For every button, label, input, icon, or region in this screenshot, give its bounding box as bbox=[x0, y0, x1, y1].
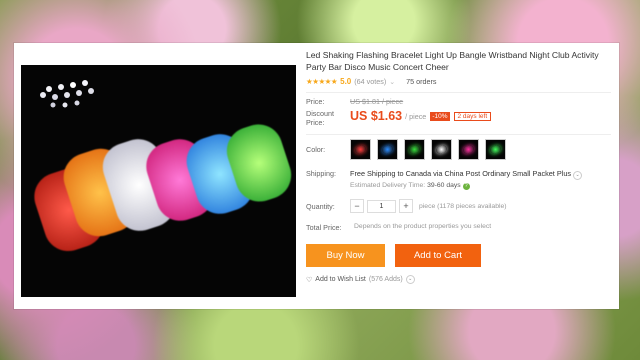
chevron-down-icon[interactable]: ⌄ bbox=[573, 171, 583, 180]
star-icon: ★★★★★ bbox=[306, 77, 338, 86]
bracelet-thumbnail bbox=[408, 144, 421, 155]
rating-value: 5.0 bbox=[340, 77, 352, 86]
divider bbox=[306, 92, 611, 93]
wish-list-row: ♡ Add to Wish List (576 Adds) ⌄ bbox=[306, 275, 611, 284]
product-title: Led Shaking Flashing Bracelet Light Up B… bbox=[306, 50, 599, 72]
time-left-badge: 2 days left bbox=[453, 111, 492, 121]
flowers-decoration bbox=[40, 80, 94, 108]
rating-votes[interactable]: (64 votes) bbox=[354, 77, 386, 86]
total-price-label: Total Price: bbox=[306, 223, 342, 232]
total-price-hint: Depends on the product properties you se… bbox=[354, 223, 492, 230]
quantity-label: Quantity: bbox=[306, 201, 335, 211]
per-unit-label: / piece bbox=[405, 111, 427, 121]
total-price-row: Total Price: Depends on the product prop… bbox=[306, 223, 611, 232]
product-photo bbox=[21, 65, 296, 297]
bracelet-thumbnail bbox=[462, 144, 475, 155]
color-swatch[interactable] bbox=[350, 139, 371, 160]
divider bbox=[306, 134, 611, 135]
quantity-input[interactable] bbox=[367, 199, 396, 213]
heart-icon[interactable]: ♡ bbox=[306, 276, 312, 284]
delivery-time: 39-60 days bbox=[427, 182, 461, 189]
color-swatch[interactable] bbox=[431, 139, 452, 160]
color-label: Color: bbox=[306, 145, 326, 154]
discount-price-row: Discount Price: US $1.63 / piece -10% 2 … bbox=[306, 109, 611, 127]
bracelet-thumbnail bbox=[381, 144, 394, 155]
buy-now-button[interactable]: Buy Now bbox=[306, 244, 385, 267]
bracelet-thumbnail bbox=[354, 144, 367, 155]
color-swatches bbox=[350, 139, 506, 160]
chevron-down-icon[interactable]: ⌄ bbox=[389, 78, 395, 86]
orders-count: 75 orders bbox=[406, 77, 437, 86]
price-label: Price: bbox=[306, 97, 325, 106]
increment-button[interactable]: + bbox=[399, 199, 413, 213]
color-row: Color: bbox=[306, 139, 611, 160]
add-to-cart-button[interactable]: Add to Cart bbox=[395, 244, 481, 267]
shipping-row: Shipping: Free Shipping to Canada via Ch… bbox=[306, 169, 611, 190]
color-swatch[interactable] bbox=[377, 139, 398, 160]
rating-row: ★★★★★ 5.0 (64 votes) ⌄ 75 orders bbox=[306, 77, 611, 86]
original-price: US $1.81 / piece bbox=[350, 97, 404, 106]
add-to-wish-list-link[interactable]: Add to Wish List bbox=[315, 276, 366, 283]
color-swatch[interactable] bbox=[485, 139, 506, 160]
discount-price-label: Discount Price: bbox=[306, 109, 334, 127]
action-buttons: Buy Now Add to Cart bbox=[306, 244, 611, 267]
delivery-label: Estimated Delivery Time: bbox=[350, 182, 426, 189]
bracelet-thumbnail bbox=[489, 144, 502, 155]
shipping-method[interactable]: Free Shipping to Canada via China Post O… bbox=[350, 169, 571, 178]
wish-count: (576 Adds) bbox=[368, 276, 403, 283]
shipping-label: Shipping: bbox=[306, 169, 336, 178]
product-card: Led Shaking Flashing Bracelet Light Up B… bbox=[14, 43, 619, 309]
discount-price: US $1.63 bbox=[350, 109, 403, 123]
help-icon[interactable]: ? bbox=[462, 183, 470, 190]
quantity-stepper: − + piece (1178 pieces available) bbox=[350, 199, 507, 213]
discount-badge: -10% bbox=[430, 111, 450, 121]
chevron-down-icon[interactable]: ⌄ bbox=[405, 275, 415, 284]
product-details: Led Shaking Flashing Bracelet Light Up B… bbox=[306, 49, 611, 284]
pieces-available: piece (1178 pieces available) bbox=[419, 202, 507, 210]
bracelet-thumbnail bbox=[435, 144, 448, 155]
color-swatch[interactable] bbox=[458, 139, 479, 160]
decrement-button[interactable]: − bbox=[350, 199, 364, 213]
quantity-row: Quantity: − + piece (1178 pieces availab… bbox=[306, 199, 611, 213]
price-row: Price: US $1.81 / piece bbox=[306, 97, 611, 106]
color-swatch[interactable] bbox=[404, 139, 425, 160]
